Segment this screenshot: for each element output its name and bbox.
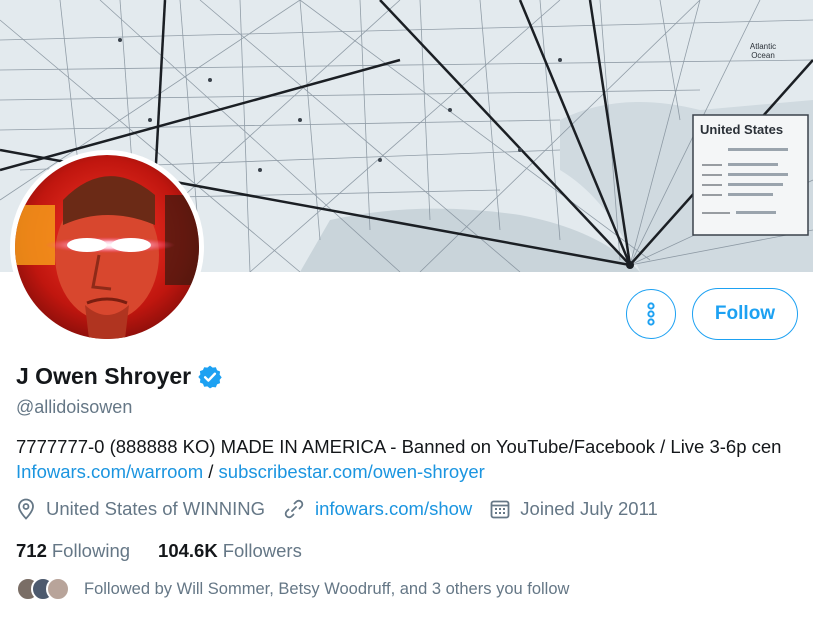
more-vertical-icon <box>647 302 655 326</box>
profile-location: United States of WINNING <box>16 498 265 520</box>
profile-bio: 7777777-0 (888888 KO) MADE IN AMERICA - … <box>16 434 806 484</box>
profile-website[interactable]: infowars.com/show <box>283 498 472 520</box>
profile-joined: Joined July 2011 <box>490 498 658 520</box>
followers-stat[interactable]: 104.6K Followers <box>158 540 302 562</box>
followers-label: Followers <box>222 540 302 561</box>
bio-link-warroom[interactable]: Infowars.com/warroom <box>16 461 203 482</box>
link-icon <box>284 499 304 519</box>
joined-text: Joined July 2011 <box>520 498 658 519</box>
website-link[interactable]: infowars.com/show <box>315 498 472 520</box>
map-legend-title: United States <box>700 122 784 137</box>
following-label: Following <box>51 540 131 561</box>
avatar <box>46 577 70 601</box>
profile-handle: @allidoisowen <box>16 397 133 417</box>
avatar-image <box>15 155 199 339</box>
bio-link-subscribestar[interactable]: subscribestar.com/owen-shroyer <box>219 461 485 482</box>
more-options-button[interactable] <box>626 289 676 339</box>
following-stat[interactable]: 712 Following <box>16 540 130 562</box>
display-name: J Owen Shroyer <box>16 363 192 389</box>
profile-avatar[interactable] <box>10 150 204 344</box>
map-ocean-label: Atlantic Ocean <box>749 42 777 60</box>
location-text: United States of WINNING <box>46 498 265 519</box>
following-count: 712 <box>16 540 47 561</box>
followed-by-avatars <box>16 577 70 601</box>
bio-separator: / <box>208 461 214 482</box>
verified-badge-icon <box>197 364 223 390</box>
calendar-icon <box>490 500 510 519</box>
profile-name-row: J Owen Shroyer <box>16 363 223 390</box>
follow-button[interactable]: Follow <box>692 288 798 340</box>
followed-by-text: Followed by Will Sommer, Betsy Woodruff,… <box>84 579 570 598</box>
bio-text: 7777777-0 (888888 KO) MADE IN AMERICA - … <box>16 436 782 457</box>
followed-by-row[interactable]: Followed by Will Sommer, Betsy Woodruff,… <box>16 577 569 601</box>
location-pin-icon <box>18 498 34 520</box>
profile-meta: United States of WINNING infowars.com/sh… <box>16 498 676 520</box>
followers-count: 104.6K <box>158 540 218 561</box>
profile-stats: 712 Following 104.6K Followers <box>16 540 330 562</box>
